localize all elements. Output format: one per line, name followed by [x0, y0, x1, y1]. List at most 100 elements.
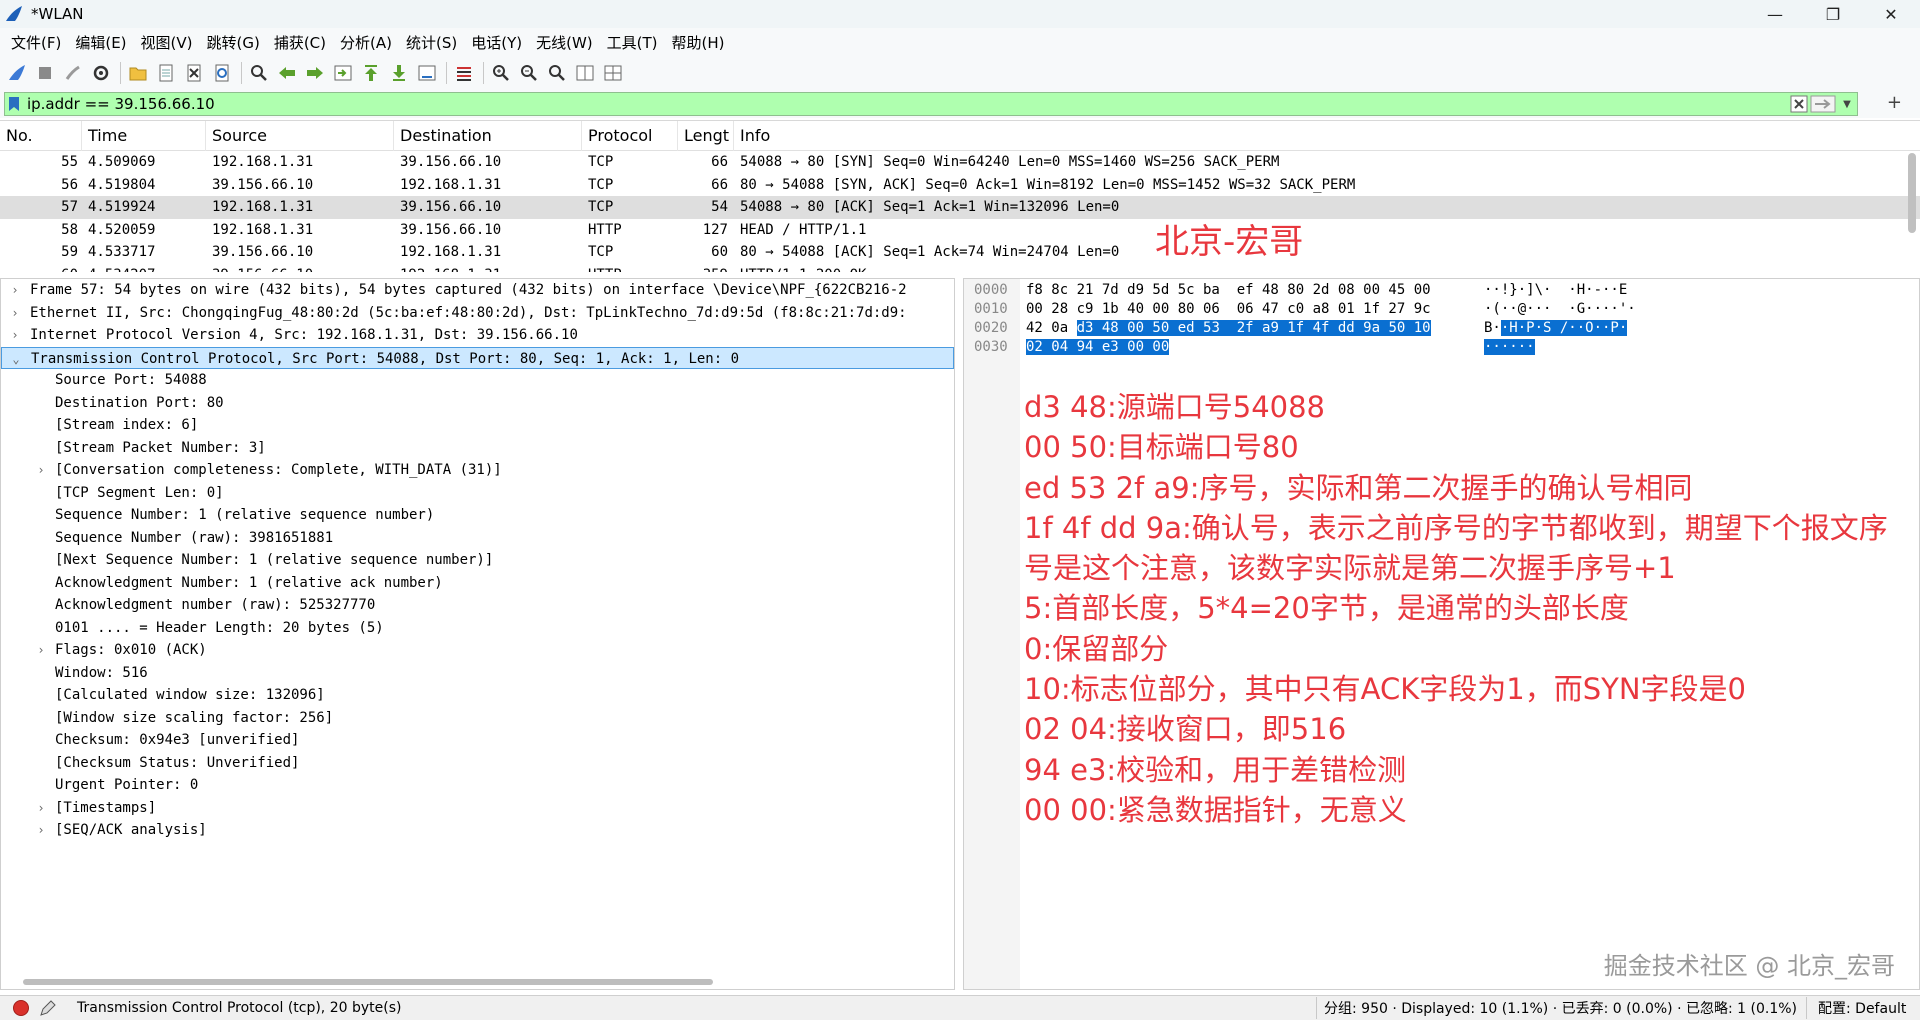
menu-telephony[interactable]: 电话(Y): [464, 32, 529, 53]
detail-tree-item[interactable]: › [SEQ/ACK analysis]: [1, 819, 954, 842]
byte-ascii[interactable]: ······: [1484, 338, 1535, 357]
chevron-right-icon[interactable]: ›: [8, 324, 22, 347]
clear-filter-button[interactable]: [1789, 94, 1809, 114]
chevron-right-icon[interactable]: ›: [34, 819, 48, 842]
capture-options-button[interactable]: [90, 62, 112, 84]
menu-tools[interactable]: 工具(T): [600, 32, 665, 53]
detail-tree-item[interactable]: › [Timestamps]: [1, 797, 954, 820]
restore-button[interactable]: ❐: [1804, 0, 1862, 28]
detail-tree-item[interactable]: [Next Sequence Number: 1 (relative seque…: [1, 549, 954, 572]
detail-tree-item[interactable]: Checksum: 0x94e3 [unverified]: [1, 729, 954, 752]
menu-wireless[interactable]: 无线(W): [529, 32, 600, 53]
menu-go[interactable]: 跳转(G): [200, 32, 267, 53]
column-header-no[interactable]: No.: [0, 121, 82, 151]
detail-tree-item[interactable]: Sequence Number (raw): 3981651881: [1, 527, 954, 550]
detail-tree-item[interactable]: [Checksum Status: Unverified]: [1, 752, 954, 775]
column-header-source[interactable]: Source: [206, 121, 394, 151]
byte-ascii[interactable]: B··H·P·S /··O··P·: [1484, 319, 1628, 338]
packet-row[interactable]: 58 4.520059 192.168.1.31 39.156.66.10 HTTP 12…: [0, 219, 1920, 242]
packet-row[interactable]: 59 4.533717 39.156.66.10 192.168.1.31 TCP 60 8…: [0, 241, 1920, 264]
stop-capture-button[interactable]: [34, 62, 56, 84]
chevron-right-icon[interactable]: ›: [8, 302, 22, 325]
byte-hex[interactable]: 02 04 94 e3 00 00: [1026, 338, 1170, 357]
detail-tree-item[interactable]: [Window size scaling factor: 256]: [1, 707, 954, 730]
detail-tree-item[interactable]: [Stream index: 6]: [1, 414, 954, 437]
chevron-down-icon[interactable]: ⌄: [9, 348, 23, 371]
normal-size-button[interactable]: [546, 62, 568, 84]
minimize-button[interactable]: —: [1746, 0, 1804, 28]
close-button[interactable]: ✕: [1862, 0, 1920, 28]
display-filter-input[interactable]: [22, 93, 1790, 115]
byte-ascii[interactable]: ··!}·]\· ·H·-··E: [1484, 281, 1627, 300]
menu-edit[interactable]: 编辑(E): [68, 32, 133, 53]
find-packet-button[interactable]: [248, 62, 270, 84]
go-back-button[interactable]: [276, 62, 298, 84]
reload-file-button[interactable]: [211, 62, 233, 84]
add-filter-button[interactable]: +: [1887, 92, 1902, 113]
column-header-time[interactable]: Time: [82, 121, 206, 151]
byte-hex[interactable]: 42 0a d3 48 00 50 ed 53 2f a9 1f 4f dd 9…: [1026, 319, 1431, 338]
detail-tree-item[interactable]: Acknowledgment Number: 1 (relative ack n…: [1, 572, 954, 595]
detail-tree-item[interactable]: › Flags: 0x010 (ACK): [1, 639, 954, 662]
detail-tree-item[interactable]: Acknowledgment number (raw): 525327770: [1, 594, 954, 617]
apply-filter-button[interactable]: [1809, 94, 1837, 114]
byte-hex[interactable]: f8 8c 21 7d d9 5d 5c ba ef 48 80 2d 08 0…: [1026, 281, 1431, 300]
detail-tree-item[interactable]: [Calculated window size: 132096]: [1, 684, 954, 707]
start-capture-button[interactable]: [6, 62, 28, 84]
detail-tree-item[interactable]: › Ethernet II, Src: ChongqingFug_48:80:2d…: [1, 302, 954, 325]
chevron-right-icon[interactable]: ›: [8, 279, 22, 302]
go-to-packet-button[interactable]: [332, 62, 354, 84]
expert-info-indicator[interactable]: [13, 1000, 29, 1016]
detail-tree-item[interactable]: › [Conversation completeness: Complete, W…: [1, 459, 954, 482]
menu-help[interactable]: 帮助(H): [665, 32, 732, 53]
layout-button[interactable]: [602, 62, 624, 84]
menu-view[interactable]: 视图(V): [134, 32, 200, 53]
resize-columns-button[interactable]: [574, 62, 596, 84]
detail-tree-item[interactable]: › Frame 57: 54 bytes on wire (432 bits), …: [1, 279, 954, 302]
chevron-right-icon[interactable]: ›: [34, 459, 48, 482]
detail-tree-item[interactable]: › Internet Protocol Version 4, Src: 192.1…: [1, 324, 954, 347]
packet-row[interactable]: 604.53420739.156.66.10192.168.1.31HTTP35…: [0, 264, 1920, 272]
edit-comment-icon[interactable]: [39, 999, 57, 1017]
byte-ascii[interactable]: ·(··@··· ·G····'·: [1484, 300, 1636, 319]
menu-file[interactable]: 文件(F): [4, 32, 68, 53]
column-header-info[interactable]: Info: [734, 121, 1874, 151]
byte-hex[interactable]: 00 28 c9 1b 40 00 80 06 06 47 c0 a8 01 1…: [1026, 300, 1431, 319]
packet-list-scrollbar[interactable]: [1908, 153, 1916, 233]
filter-bookmark-button[interactable]: [5, 93, 23, 115]
restart-capture-button[interactable]: [62, 62, 84, 84]
detail-tree-item[interactable]: ⌄ Transmission Control Protocol, Src Port…: [1, 346, 954, 371]
detail-tree-item[interactable]: Destination Port: 80: [1, 392, 954, 415]
column-header-length[interactable]: Lengt: [678, 121, 734, 151]
detail-tree-item[interactable]: Source Port: 54088: [1, 369, 954, 392]
detail-tree-item[interactable]: [TCP Segment Len: 0]: [1, 482, 954, 505]
packet-row[interactable]: 57 4.519924 192.168.1.31 39.156.66.10 TCP 54 5…: [0, 196, 1920, 219]
chevron-right-icon[interactable]: ›: [34, 639, 48, 662]
detail-tree-item[interactable]: [Stream Packet Number: 3]: [1, 437, 954, 460]
open-file-button[interactable]: [127, 62, 149, 84]
detail-tree-item[interactable]: Urgent Pointer: 0: [1, 774, 954, 797]
packet-row[interactable]: 56 4.519804 39.156.66.10 192.168.1.31 TCP 66 8…: [0, 174, 1920, 197]
detail-tree-item[interactable]: Window: 516: [1, 662, 954, 685]
column-header-destination[interactable]: Destination: [394, 121, 582, 151]
menu-statistics[interactable]: 统计(S): [399, 32, 464, 53]
chevron-right-icon[interactable]: ›: [34, 797, 48, 820]
packet-row[interactable]: 55 4.509069 192.168.1.31 39.156.66.10 TCP 66 5…: [0, 151, 1920, 174]
zoom-out-button[interactable]: [518, 62, 540, 84]
detail-tree-item[interactable]: Sequence Number: 1 (relative sequence nu…: [1, 504, 954, 527]
zoom-in-button[interactable]: [490, 62, 512, 84]
close-file-button[interactable]: [183, 62, 205, 84]
go-last-packet-button[interactable]: [388, 62, 410, 84]
save-file-button[interactable]: [155, 62, 177, 84]
menu-analyze[interactable]: 分析(A): [333, 32, 399, 53]
filter-history-dropdown[interactable]: ▼: [1837, 94, 1857, 114]
go-forward-button[interactable]: [304, 62, 326, 84]
menu-capture[interactable]: 捕获(C): [267, 32, 333, 53]
colorize-button[interactable]: [453, 62, 475, 84]
details-horizontal-scrollbar[interactable]: [23, 979, 713, 985]
status-profile[interactable]: 配置: Default: [1818, 998, 1906, 1018]
go-first-packet-button[interactable]: [360, 62, 382, 84]
detail-tree-item[interactable]: 0101 .... = Header Length: 20 bytes (5): [1, 617, 954, 640]
auto-scroll-button[interactable]: [416, 62, 438, 84]
column-header-protocol[interactable]: Protocol: [582, 121, 678, 151]
